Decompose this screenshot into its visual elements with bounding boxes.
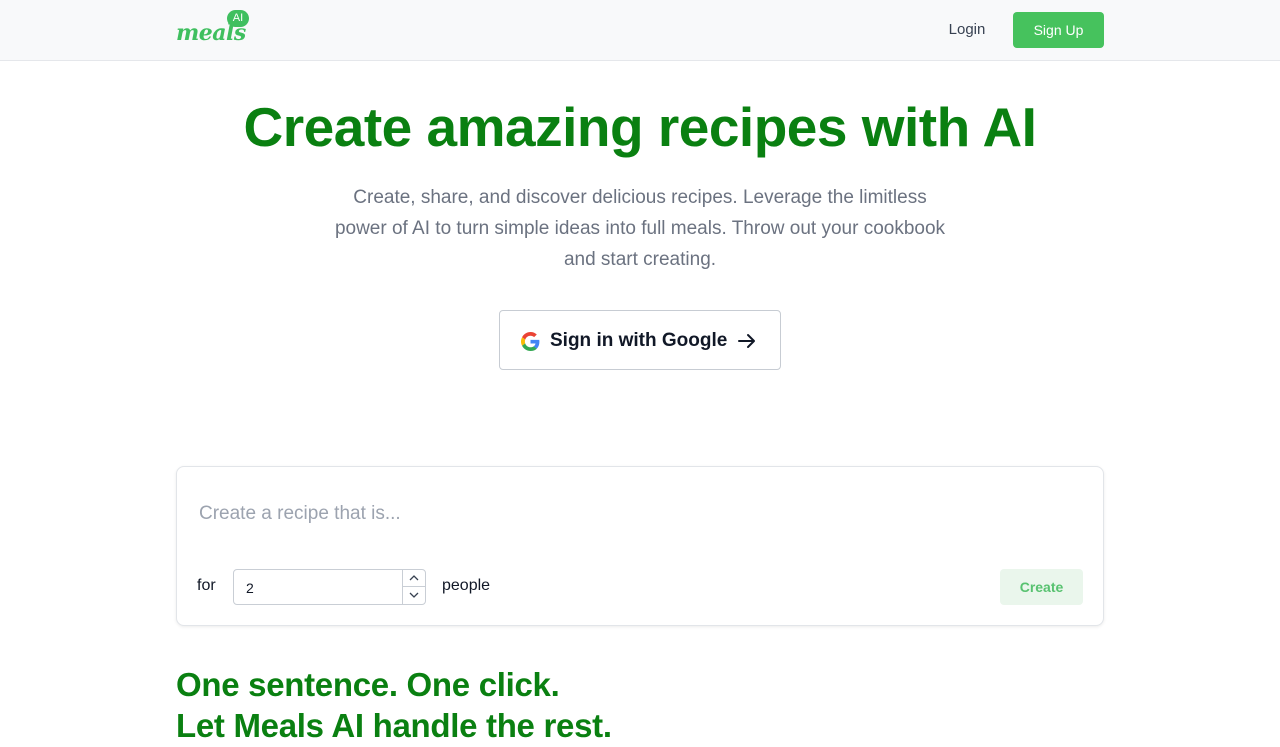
stepper-controls [402,570,426,604]
chevron-down-icon[interactable] [403,587,426,604]
meals-ai-logo[interactable]: meals AI [176,10,252,46]
logo-ai-badge: AI [227,10,249,27]
sign-up-button[interactable]: Sign Up [1013,12,1104,48]
for-label: for [197,577,216,594]
people-label: people [442,577,491,594]
hero-title: Create amazing recipes with AI [243,96,1037,158]
arrow-right-icon [737,331,757,351]
recipe-prompt-input[interactable] [199,499,1079,529]
chevron-up-icon[interactable] [403,570,426,587]
google-icon [521,332,540,351]
sign-in-with-google-label: Sign in with Google [550,330,728,351]
login-link[interactable]: Login [938,19,996,41]
navbar: meals AI Login Sign Up [0,0,1280,61]
sign-in-with-google-button[interactable]: Sign in with Google [499,310,781,370]
create-button[interactable]: Create [1000,569,1083,605]
section-title-line-2: Let Meals AI handle the rest. [176,707,612,744]
section-title: One sentence. One click. [176,666,560,703]
recipe-generator-card: for people Create [176,466,1104,626]
servings-stepper[interactable] [233,569,426,605]
servings-input[interactable] [246,579,396,597]
hero-subtitle: Create, share, and discover delicious re… [334,187,946,270]
